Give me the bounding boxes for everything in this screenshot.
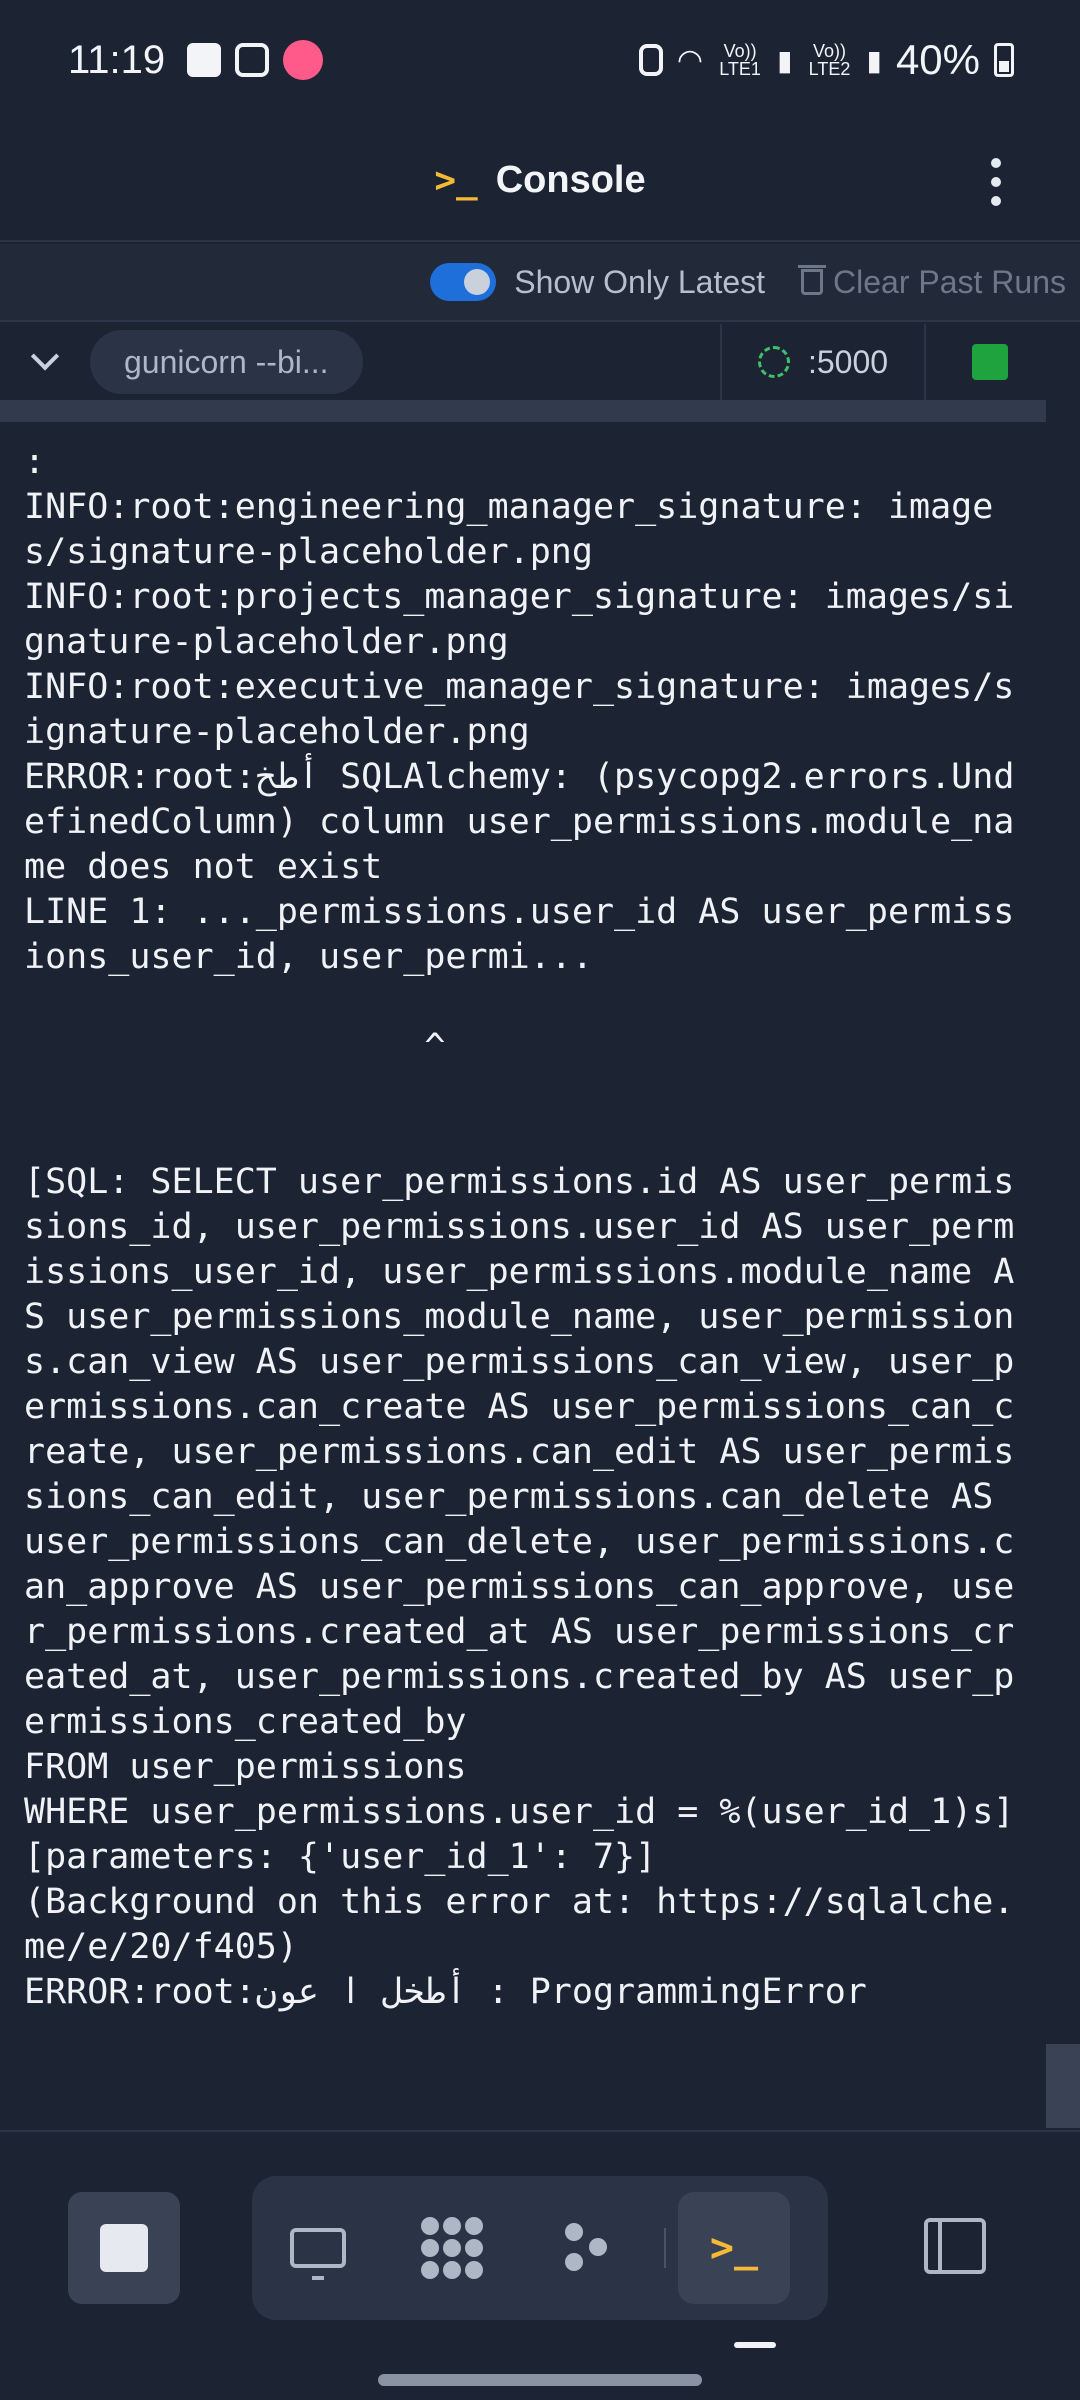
system-icons: ◠ Vo)) LTE1 ▮ Vo)) LTE2 ▮ 40% (638, 36, 1014, 84)
console-line: ERROR:root:أطخ SQLAlchemy: (psycopg2.err… (24, 757, 1015, 887)
chevron-down-icon (30, 342, 60, 371)
console-line: : (24, 442, 46, 482)
wifi-icon: ◠ (676, 43, 704, 77)
output-divider (0, 400, 1046, 422)
kebab-dot (991, 196, 1001, 206)
status-bar: 11:19 ◠ Vo)) LTE1 ▮ Vo)) LTE2 ▮ 40% (0, 0, 1080, 120)
port-indicator[interactable]: :5000 (720, 324, 926, 400)
terminal-icon: >_ (709, 2225, 759, 2271)
console-line: LINE 1: ..._permissions.user_id AS user_… (24, 892, 1015, 977)
workflow-icon (561, 2223, 611, 2273)
show-only-latest-label: Show Only Latest (514, 263, 766, 300)
console-line: INFO:root:projects_manager_signature: im… (24, 577, 1015, 662)
console-line: [SQL: SELECT user_permissions.id AS user… (24, 1162, 1015, 1742)
notification-icons (187, 40, 324, 80)
loading-spinner-icon (757, 346, 790, 378)
console-prompt-icon: >_ (434, 159, 478, 201)
console-line: WHERE user_permissions.user_id = %(user_… (24, 1792, 1015, 1832)
battery-saver-icon (638, 44, 663, 76)
more-options-icon[interactable] (956, 142, 1036, 222)
tab-separator (664, 2228, 666, 2268)
page-title: Console (495, 158, 646, 201)
gallery-icon (187, 43, 222, 77)
console-line (24, 1115, 1022, 1160)
tab-active-indicator (734, 2342, 776, 2348)
signal-2-icon: ▮ (866, 44, 882, 76)
stop-button[interactable] (68, 2192, 180, 2304)
kebab-dot (991, 177, 1001, 187)
tab-workflows[interactable] (530, 2192, 642, 2304)
header-title-group: >_ Console (434, 159, 645, 202)
console-line: [parameters: {'user_id_1': 7}] (24, 1837, 657, 1877)
kebab-dot (991, 158, 1001, 168)
console-line (24, 980, 1022, 1025)
app-header: >_ Console (0, 120, 1080, 242)
tab-webview[interactable] (262, 2192, 374, 2304)
messenger-icon (283, 40, 324, 80)
console-line: ERROR:root:أطخل ا عون : ProgrammingError (24, 1972, 867, 2012)
signal-1-label: Vo)) LTE1 (719, 41, 761, 79)
console-line: INFO:root:executive_manager_signature: i… (24, 667, 1015, 752)
stop-icon (100, 2224, 148, 2272)
console-output[interactable]: : INFO:root:engineering_manager_signature… (0, 440, 1046, 2130)
tab-console[interactable]: >_ (678, 2192, 790, 2304)
collapse-button[interactable] (0, 324, 90, 400)
console-line: (Background on this error at: https://sq… (24, 1882, 1015, 1967)
status-time: 11:19 (68, 37, 166, 82)
clear-past-runs-label: Clear Past Runs (833, 263, 1066, 300)
signal-2-label: Vo)) LTE2 (808, 41, 851, 79)
show-only-latest-toggle[interactable] (430, 263, 497, 301)
process-row: gunicorn --bi... :5000 (0, 324, 1080, 400)
port-label: :5000 (807, 343, 889, 380)
dots-grid-icon (421, 2217, 483, 2279)
monitor-icon (290, 2228, 346, 2280)
console-line: FROM user_permissions (24, 1747, 467, 1787)
scrollbar-thumb[interactable] (1046, 2044, 1080, 2128)
tab-packages[interactable] (396, 2192, 508, 2304)
split-view-icon[interactable] (924, 2218, 986, 2274)
console-line: ^ (24, 1027, 446, 1067)
battery-percent: 40% (895, 36, 980, 83)
console-line: INFO:root:engineering_manager_signature:… (24, 487, 994, 572)
clear-past-runs-button[interactable]: Clear Past Runs (798, 263, 1066, 301)
console-line (24, 1070, 1022, 1115)
bottom-toolbar: >_ (0, 2130, 1080, 2400)
signal-1-icon: ▮ (777, 44, 793, 76)
process-command[interactable]: gunicorn --bi... (90, 330, 363, 394)
trash-icon (798, 265, 827, 295)
run-status-indicator (972, 344, 1008, 380)
console-toolbar: Show Only Latest Clear Past Runs (0, 244, 1080, 322)
app-notification-icon (235, 43, 270, 77)
gesture-nav-bar[interactable] (378, 2374, 702, 2386)
tool-tabs: >_ (252, 2176, 828, 2320)
battery-icon (994, 43, 1014, 77)
